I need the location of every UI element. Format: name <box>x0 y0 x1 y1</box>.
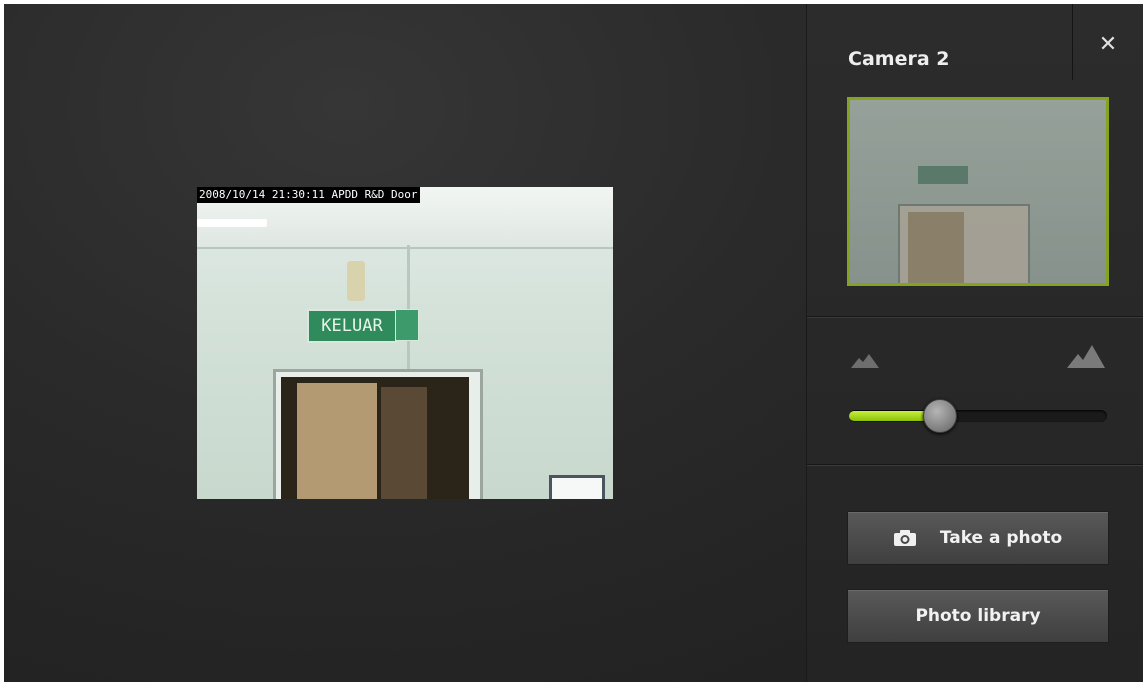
camera-title: Camera 2 <box>848 48 950 70</box>
feed-timestamp: 2008/10/14 21:30:11 APDD R&D Door <box>197 187 420 203</box>
feed-lamp <box>347 261 365 301</box>
mountain-large-icon <box>1067 345 1105 368</box>
feed-door-inner <box>381 387 427 499</box>
separator <box>807 316 1143 318</box>
panel-divider <box>1072 4 1073 80</box>
feed-door <box>297 383 377 499</box>
feed-wall-frame <box>549 475 605 499</box>
exit-sign: KELUAR <box>307 309 397 343</box>
take-photo-button[interactable]: Take a photo <box>847 511 1109 565</box>
exit-sign-small <box>395 309 419 341</box>
camera-icon <box>893 530 916 546</box>
side-panel: Camera 2 ✕ Take a photo Photo library <box>806 4 1143 682</box>
feed-light <box>197 219 267 227</box>
camera-feed: KELUAR 2008/10/14 21:30:11 APDD R&D Door <box>197 187 613 499</box>
take-photo-label: Take a photo <box>939 528 1063 548</box>
zoom-slider-thumb[interactable] <box>923 399 957 433</box>
mountain-small-icon <box>851 354 879 368</box>
thumb-sign <box>918 166 968 184</box>
photo-library-button[interactable]: Photo library <box>847 589 1109 643</box>
photo-library-label: Photo library <box>915 606 1041 626</box>
thumb-door-inner <box>908 212 964 283</box>
camera-app: KELUAR 2008/10/14 21:30:11 APDD R&D Door… <box>4 4 1143 682</box>
close-icon[interactable]: ✕ <box>1095 32 1121 58</box>
camera-thumbnail[interactable] <box>847 97 1109 286</box>
separator <box>807 464 1143 466</box>
zoom-slider[interactable] <box>849 399 1107 433</box>
